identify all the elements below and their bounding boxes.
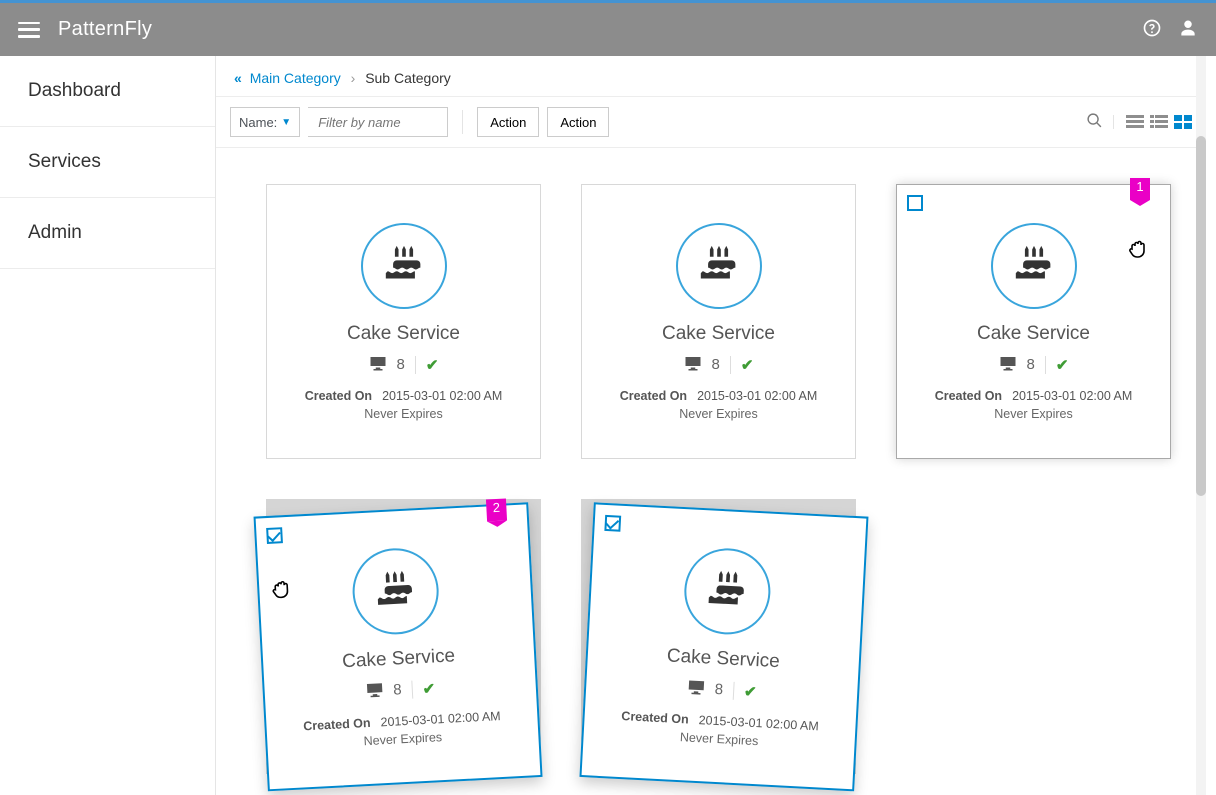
grab-cursor-icon — [271, 577, 292, 600]
filter-type-dropdown[interactable]: Name: ▼ — [230, 107, 300, 137]
view-detail-icon[interactable] — [1150, 115, 1168, 129]
card-count: 8 — [393, 681, 402, 698]
cake-icon — [704, 568, 750, 613]
service-icon-ring — [350, 546, 440, 636]
service-card[interactable]: 2 Cake Service 8 — [254, 502, 543, 791]
check-icon: ✔ — [426, 356, 439, 374]
card-count: 8 — [712, 356, 720, 373]
menu-toggle-icon[interactable] — [18, 22, 40, 38]
monitor-icon — [369, 355, 387, 375]
selection-badge: 1 — [1130, 178, 1150, 200]
service-card[interactable]: Cake Service 8 ✔ Created On 2015-03-01 02… — [266, 184, 541, 459]
filter-type-label: Name: — [239, 115, 277, 130]
check-icon: ✔ — [744, 682, 758, 701]
cake-icon — [697, 244, 741, 287]
cake-icon — [372, 568, 418, 613]
service-card[interactable]: Cake Service 8 ✔ Created On 2015-03-01 02… — [579, 502, 868, 791]
service-card[interactable]: Cake Service 8 ✔ Created On 2015-03-01 02… — [581, 184, 856, 459]
breadcrumb: « Main Category › Sub Category — [216, 56, 1206, 96]
cake-icon — [1012, 244, 1056, 287]
card-count: 8 — [397, 356, 405, 373]
caret-down-icon: ▼ — [281, 117, 291, 128]
breadcrumb-separator: › — [345, 70, 362, 86]
user-icon[interactable] — [1178, 18, 1198, 41]
brand-title: PatternFly — [58, 18, 152, 41]
scrollbar-thumb[interactable] — [1196, 136, 1206, 496]
monitor-icon — [365, 681, 384, 702]
card-checkbox[interactable] — [604, 515, 621, 532]
breadcrumb-current: Sub Category — [365, 70, 451, 86]
selection-badge: 2 — [486, 498, 507, 521]
service-card[interactable]: 1 Cake Service 8 — [896, 184, 1171, 459]
action-button-2[interactable]: Action — [547, 107, 609, 137]
monitor-icon — [686, 678, 705, 699]
card-checkbox[interactable] — [907, 195, 923, 211]
card-title: Cake Service — [666, 645, 780, 673]
card-title: Cake Service — [977, 323, 1090, 345]
sidebar-item-services[interactable]: Services — [0, 127, 215, 198]
created-label: Created On — [620, 389, 687, 403]
cake-icon — [382, 244, 426, 287]
sidebar-item-dashboard[interactable]: Dashboard — [0, 56, 215, 127]
created-label: Created On — [303, 715, 371, 733]
view-card-icon[interactable] — [1174, 115, 1192, 129]
toolbar-divider — [462, 110, 463, 134]
service-icon-ring — [991, 223, 1077, 309]
created-date: 2015-03-01 02:00 AM — [380, 709, 501, 729]
check-icon: ✔ — [1056, 356, 1069, 374]
main-content: « Main Category › Sub Category Name: ▼ A… — [216, 56, 1216, 795]
service-icon-ring — [676, 223, 762, 309]
monitor-icon — [999, 355, 1017, 375]
view-list-icon[interactable] — [1126, 115, 1144, 129]
filter-input[interactable] — [308, 107, 448, 137]
card-title: Cake Service — [342, 645, 456, 673]
service-icon-ring — [361, 223, 447, 309]
sidebar-item-admin[interactable]: Admin — [0, 198, 215, 269]
card-expiry: Never Expires — [363, 730, 442, 748]
toolbar: Name: ▼ Action Action — [216, 96, 1206, 148]
created-date: 2015-03-01 02:00 AM — [382, 389, 502, 403]
created-label: Created On — [305, 389, 372, 403]
grab-cursor-icon — [1128, 237, 1148, 259]
created-label: Created On — [935, 389, 1002, 403]
sidebar: Dashboard Services Admin — [0, 56, 216, 795]
help-icon[interactable] — [1142, 18, 1162, 41]
card-count: 8 — [1027, 356, 1035, 373]
search-icon[interactable] — [1086, 112, 1103, 132]
service-icon-ring — [682, 546, 772, 636]
action-button-1[interactable]: Action — [477, 107, 539, 137]
scrollbar-track[interactable] — [1196, 56, 1206, 795]
top-bar: PatternFly — [0, 0, 1216, 56]
card-checkbox[interactable] — [266, 527, 283, 544]
check-icon: ✔ — [741, 356, 754, 374]
card-count: 8 — [714, 681, 723, 698]
breadcrumb-back-icon[interactable]: « — [234, 70, 242, 86]
card-title: Cake Service — [347, 323, 460, 345]
card-expiry: Never Expires — [679, 407, 758, 421]
created-label: Created On — [621, 709, 689, 727]
card-expiry: Never Expires — [680, 730, 759, 748]
monitor-icon — [684, 355, 702, 375]
card-title: Cake Service — [662, 323, 775, 345]
card-expiry: Never Expires — [364, 407, 443, 421]
card-grid: Cake Service 8 ✔ Created On 2015-03-01 02… — [216, 148, 1206, 795]
check-icon: ✔ — [422, 679, 436, 698]
created-date: 2015-03-01 02:00 AM — [697, 389, 817, 403]
created-date: 2015-03-01 02:00 AM — [1012, 389, 1132, 403]
breadcrumb-parent-link[interactable]: Main Category — [250, 70, 341, 86]
created-date: 2015-03-01 02:00 AM — [698, 713, 819, 733]
card-expiry: Never Expires — [994, 407, 1073, 421]
